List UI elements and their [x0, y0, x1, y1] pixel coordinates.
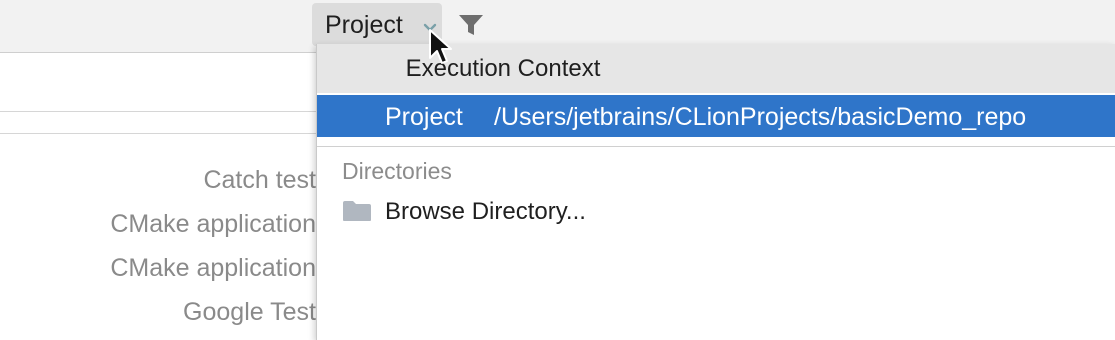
- filter-button[interactable]: [444, 3, 501, 46]
- mouse-pointer-icon: [429, 29, 452, 64]
- filter-icon: [459, 15, 483, 35]
- scope-selector-label: Project: [325, 11, 403, 39]
- list-item[interactable]: Catch test: [0, 160, 316, 204]
- separator: [317, 146, 1115, 147]
- context-item-project[interactable]: Project /Users/jetbrains/CLionProjects/b…: [317, 95, 1115, 137]
- list-item[interactable]: CMake application: [0, 204, 316, 248]
- section-header-directories: Directories: [342, 158, 452, 184]
- browse-directory-item[interactable]: Browse Directory...: [317, 196, 1115, 236]
- ide-window: Project Catch test CMake application CMa…: [0, 0, 1115, 340]
- list-item[interactable]: CMake application: [0, 248, 316, 292]
- configuration-type-list: Catch test CMake application CMake appli…: [0, 160, 316, 336]
- context-item-path: /Users/jetbrains/CLionProjects/basicDemo…: [494, 103, 1027, 131]
- execution-context-popup: Execution Context Project /Users/jetbrai…: [316, 44, 1115, 340]
- folder-icon: [343, 201, 371, 221]
- scope-selector-button[interactable]: Project: [312, 3, 442, 46]
- context-item-name: Project: [385, 103, 463, 131]
- list-item[interactable]: Google Test: [0, 292, 316, 336]
- divider-field: [0, 112, 316, 134]
- browse-directory-label: Browse Directory...: [385, 198, 586, 225]
- popup-title: Execution Context: [405, 55, 601, 82]
